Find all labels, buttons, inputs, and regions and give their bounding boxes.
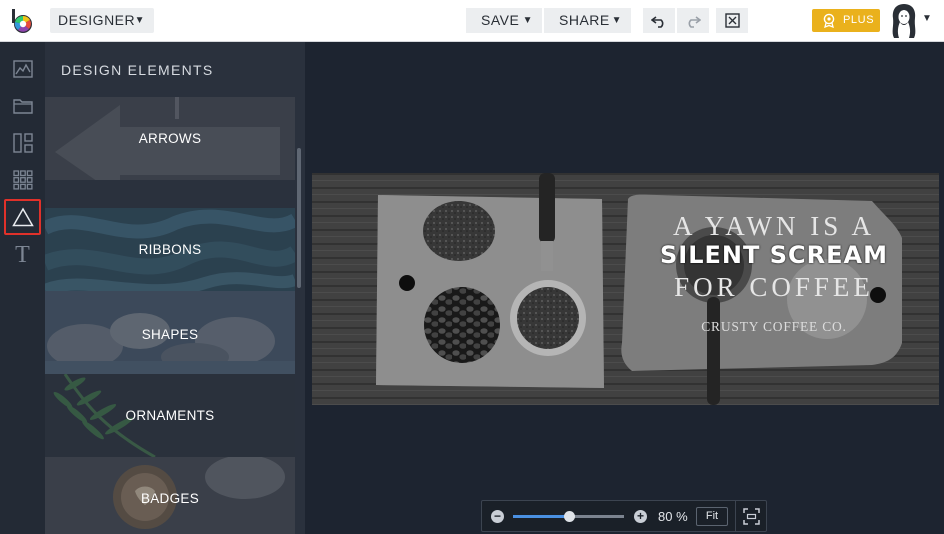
redo-button[interactable]	[677, 8, 709, 33]
divider	[735, 501, 736, 531]
mode-dropdown[interactable]: DESIGNER ▼	[50, 8, 154, 33]
tile-label: ORNAMENTS	[125, 408, 215, 423]
brand-name[interactable]: CRUSTY COFFEE CO.	[644, 319, 904, 335]
chart-icon	[12, 60, 33, 78]
rail-item-design-elements[interactable]	[4, 199, 41, 235]
rail-item-grid[interactable]	[0, 163, 45, 197]
headline-line-1[interactable]: A YAWN IS A	[644, 211, 904, 242]
delete-button[interactable]	[716, 8, 748, 33]
tile-arrows[interactable]: ARROWS	[45, 97, 295, 180]
zoom-level: 80 %	[658, 509, 688, 524]
design-canvas[interactable]: A YAWN IS A SILENT SCREAM FOR COFFEE CRU…	[312, 173, 939, 405]
rail-item-layouts[interactable]	[0, 126, 45, 160]
plus-label: PLUS	[843, 14, 875, 26]
zoom-slider-handle[interactable]	[564, 511, 575, 522]
app-logo[interactable]	[10, 7, 36, 35]
tile-label: BADGES	[140, 491, 200, 506]
tile-badges[interactable]: BADGES	[45, 457, 295, 534]
tile-label: SHAPES	[141, 326, 199, 342]
chevron-down-icon: ▼	[522, 15, 533, 26]
chevron-down-icon[interactable]: ▼	[922, 13, 932, 24]
tile-label: ARROWS	[138, 131, 202, 146]
close-box-icon	[724, 13, 740, 28]
chevron-down-icon: ▼	[611, 15, 622, 26]
tile-ornaments[interactable]: ORNAMENTS	[45, 374, 295, 457]
mode-label: DESIGNER	[58, 12, 136, 28]
chevron-down-icon: ▼	[134, 15, 145, 26]
tile-ribbons[interactable]: RIBBONS	[45, 208, 295, 291]
rail-item-graphs[interactable]	[0, 52, 45, 86]
undo-icon	[651, 15, 664, 28]
canvas-area: A YAWN IS A SILENT SCREAM FOR COFFEE CRU…	[305, 42, 944, 534]
share-button[interactable]: SHARE ▼	[544, 8, 631, 33]
zoom-slider-fill	[513, 515, 569, 518]
zoom-out-button[interactable]: −	[491, 510, 504, 523]
redo-icon	[688, 15, 701, 28]
triangle-icon	[11, 207, 34, 227]
top-bar: DESIGNER ▼ SAVE ▼ SHARE ▼ PLUS ▼	[0, 0, 944, 42]
headline-line-3[interactable]: FOR COFFEE	[644, 272, 904, 303]
undo-button[interactable]	[643, 8, 675, 33]
tile-label: RIBBONS	[138, 242, 202, 257]
tool-rail: T	[0, 42, 45, 534]
grid-icon	[12, 170, 33, 190]
award-icon	[823, 13, 835, 28]
rail-item-files[interactable]	[0, 89, 45, 123]
zoom-bar: − + 80 % Fit	[481, 500, 767, 532]
headline-line-2[interactable]: SILENT SCREAM	[644, 241, 904, 269]
folder-icon	[12, 99, 33, 114]
save-label: SAVE	[481, 12, 520, 28]
zoom-in-button[interactable]: +	[634, 510, 647, 523]
fit-button[interactable]: Fit	[696, 507, 728, 526]
plus-upgrade-button[interactable]: PLUS	[812, 9, 880, 32]
fullscreen-icon[interactable]	[743, 508, 760, 525]
share-label: SHARE	[559, 12, 610, 28]
layout-icon	[12, 133, 33, 153]
design-elements-panel: DESIGN ELEMENTS ARROWS RIBBONS SHAPES OR…	[45, 42, 305, 534]
avatar[interactable]	[889, 2, 919, 40]
panel-title: DESIGN ELEMENTS	[61, 62, 214, 78]
panel-scrollbar[interactable]	[297, 148, 301, 288]
save-button[interactable]: SAVE ▼	[466, 8, 542, 33]
rail-item-text[interactable]: T	[0, 238, 45, 272]
tile-shapes[interactable]: SHAPES	[45, 291, 295, 377]
text-icon: T	[15, 241, 30, 268]
